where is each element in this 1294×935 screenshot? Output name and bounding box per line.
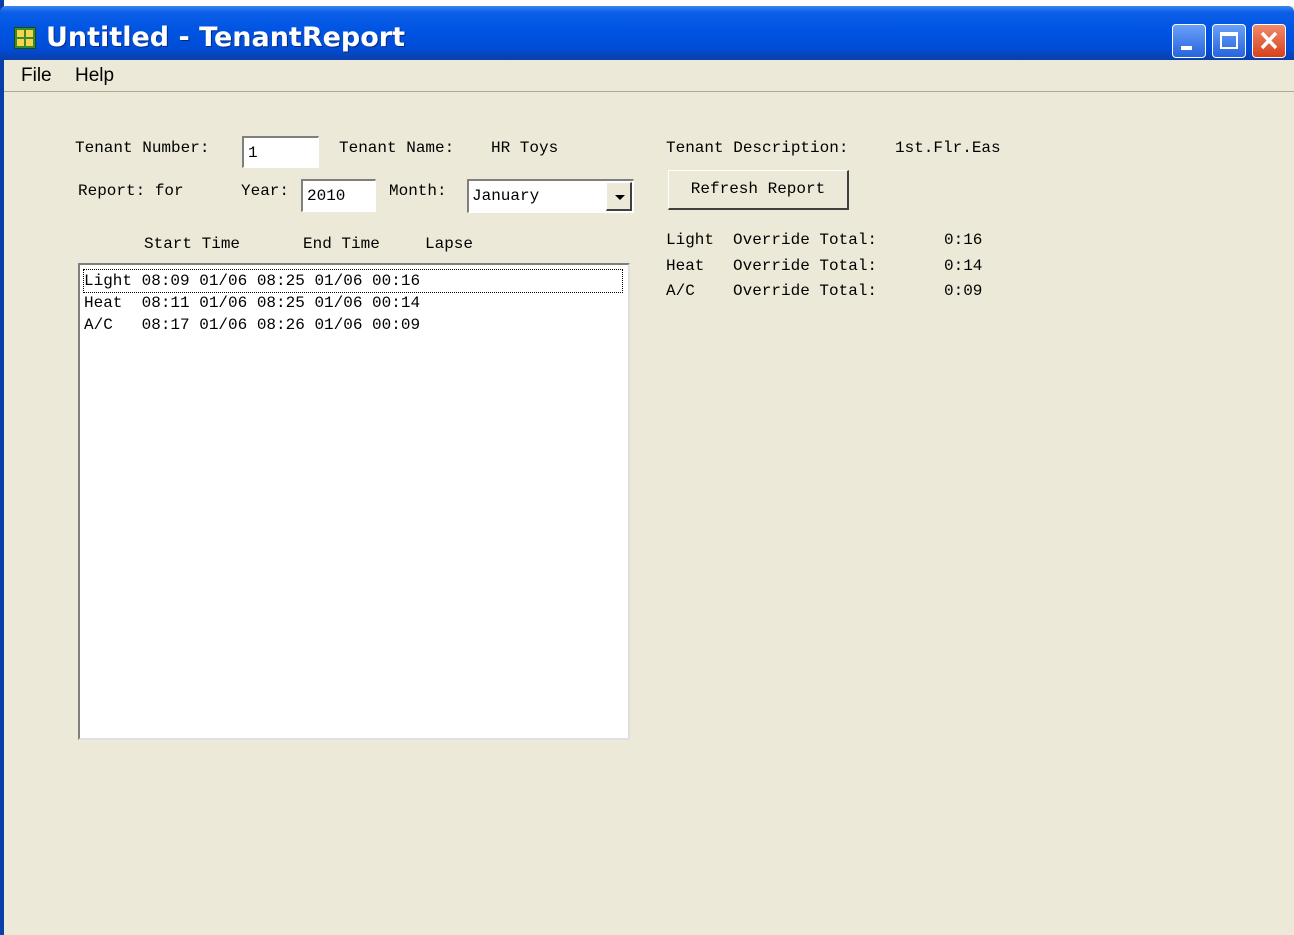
total-value-heat: 0:14	[944, 257, 983, 275]
maximize-button[interactable]	[1212, 24, 1246, 58]
total-label-light: Override Total:	[733, 231, 878, 249]
list-item[interactable]: Heat 08:11 01/06 08:25 01/06 00:14	[84, 292, 420, 314]
tenant-name-value: HR Toys	[491, 139, 559, 157]
header-start-time: Start Time	[144, 235, 241, 253]
maximize-icon	[1220, 32, 1238, 49]
chevron-down-icon	[615, 195, 625, 200]
tenant-name-label: Tenant Name:	[339, 139, 455, 157]
app-window: Untitled - TenantReport File Help Tenant…	[0, 0, 1294, 935]
menu-file[interactable]: File	[21, 65, 52, 87]
refresh-report-button[interactable]: Refresh Report	[668, 170, 849, 210]
month-select[interactable]: January	[467, 179, 634, 213]
tenant-description-value: 1st.Flr.Eas	[895, 139, 1001, 157]
total-value-light: 0:16	[944, 231, 983, 249]
month-dropdown-button[interactable]	[606, 182, 632, 211]
total-label-ac: Override Total:	[733, 282, 878, 300]
minimize-button[interactable]	[1172, 24, 1206, 58]
app-icon[interactable]	[14, 27, 36, 49]
total-type-heat: Heat	[666, 257, 705, 275]
close-icon	[1260, 31, 1278, 50]
header-end-time: End Time	[303, 235, 380, 253]
report-for-label: Report: for	[78, 182, 184, 200]
tenant-number-label: Tenant Number:	[75, 139, 210, 157]
override-listbox[interactable]: Light 08:09 01/06 08:25 01/06 00:16 Heat…	[78, 263, 630, 740]
year-input[interactable]: 2010	[301, 179, 376, 212]
tenant-number-input[interactable]: 1	[242, 136, 319, 168]
window-title: Untitled - TenantReport	[46, 22, 406, 53]
minimize-icon	[1181, 46, 1192, 50]
month-select-value: January	[472, 187, 540, 205]
list-item[interactable]: A/C 08:17 01/06 08:26 01/06 00:09	[84, 314, 420, 336]
year-label: Year:	[241, 182, 290, 200]
menu-help[interactable]: Help	[75, 65, 114, 87]
list-item[interactable]: Light 08:09 01/06 08:25 01/06 00:16	[83, 269, 623, 293]
header-lapse: Lapse	[425, 235, 474, 253]
total-type-ac: A/C	[666, 282, 695, 300]
tenant-description-label: Tenant Description:	[666, 139, 849, 157]
month-label: Month:	[389, 182, 447, 200]
total-type-light: Light	[666, 231, 715, 249]
titlebar[interactable]: Untitled - TenantReport	[0, 6, 1294, 60]
close-button[interactable]	[1252, 24, 1286, 58]
menu-bar: File Help	[4, 60, 1294, 92]
total-label-heat: Override Total:	[733, 257, 878, 275]
total-value-ac: 0:09	[944, 282, 983, 300]
